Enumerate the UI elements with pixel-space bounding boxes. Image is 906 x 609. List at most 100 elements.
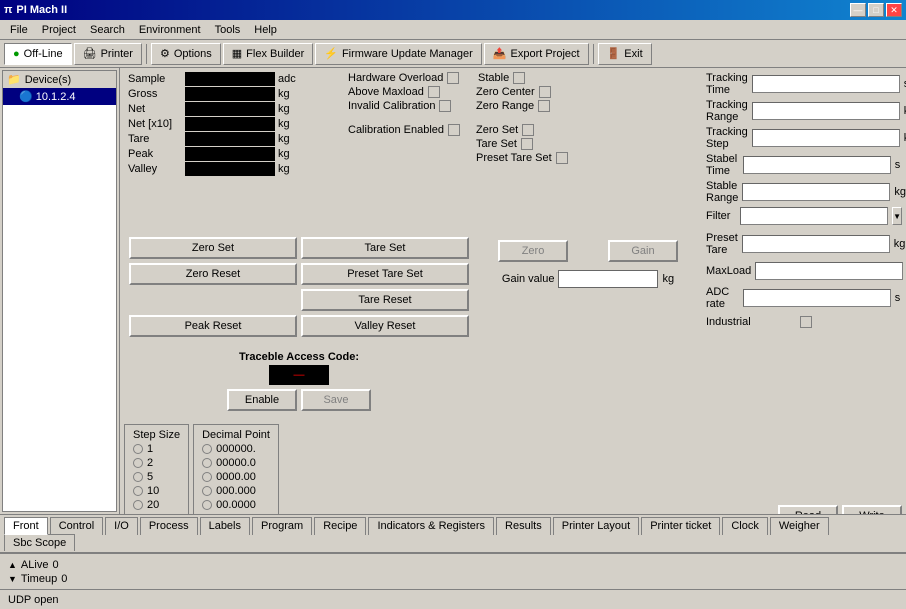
flex-icon: ▦: [232, 47, 242, 60]
dec-3-row: 000.000: [202, 485, 270, 497]
tab-printer-ticket[interactable]: Printer ticket: [641, 517, 720, 535]
printer-button[interactable]: 🖨 Printer: [74, 43, 142, 65]
tabs-bar: Front Control I/O Process Labels Program…: [0, 514, 906, 553]
preset-tare-set-checkbox[interactable]: [556, 152, 568, 164]
valley-reset-button[interactable]: Valley Reset: [301, 315, 469, 337]
reading-unit-net: kg: [276, 102, 306, 116]
tare-set-checkbox[interactable]: [521, 138, 533, 150]
exit-button[interactable]: 🚪 Exit: [598, 43, 652, 65]
flex-builder-button[interactable]: ▦ Flex Builder: [223, 43, 313, 65]
menu-tools[interactable]: Tools: [209, 22, 247, 38]
main-content: Sample adc Gross kg Net kg Net [x10] kg …: [120, 68, 906, 514]
filter-dropdown-arrow[interactable]: ▼: [892, 207, 902, 225]
step-1-radio[interactable]: [133, 444, 143, 454]
peak-reset-button[interactable]: Peak Reset: [129, 315, 297, 337]
tab-sbc-scope[interactable]: Sbc Scope: [4, 534, 75, 551]
tab-recipe[interactable]: Recipe: [314, 517, 366, 535]
preset-tare-set-button[interactable]: Preset Tare Set: [301, 263, 469, 285]
tab-indicators[interactable]: Indicators & Registers: [368, 517, 494, 535]
adc-rate-input[interactable]: [743, 289, 891, 307]
export-button[interactable]: 📤 Export Project: [484, 43, 589, 65]
tab-labels[interactable]: Labels: [200, 517, 250, 535]
toolbar-separator: [146, 44, 147, 64]
read-button[interactable]: Read: [778, 505, 838, 514]
preset-tare-input[interactable]: [742, 235, 890, 253]
step-20-radio[interactable]: [133, 500, 143, 510]
tare-reset-button[interactable]: Tare Reset: [301, 289, 469, 311]
firmware-button[interactable]: ⚡ Firmware Update Manager: [315, 43, 482, 65]
tab-printer-layout[interactable]: Printer Layout: [553, 517, 639, 535]
zero-set-button[interactable]: Zero Set: [129, 237, 297, 259]
flags-panel: Hardware Overload Above Maxload Invalid …: [348, 72, 568, 228]
close-button[interactable]: ✕: [886, 3, 902, 17]
flag-tare-set: Tare Set: [476, 138, 568, 150]
tab-weigher[interactable]: Weigher: [770, 517, 829, 535]
stable-range-input[interactable]: [742, 183, 890, 201]
dec-2-radio[interactable]: [202, 472, 212, 482]
step-5-radio[interactable]: [133, 472, 143, 482]
options-button[interactable]: ⚙ Options: [151, 43, 221, 65]
filter-input[interactable]: [740, 207, 888, 225]
zero-range-checkbox[interactable]: [538, 100, 550, 112]
stable-time-row: Stabel Time s: [706, 153, 902, 177]
menu-environment[interactable]: Environment: [133, 22, 207, 38]
hardware-overload-checkbox[interactable]: [447, 72, 459, 84]
tare-set-button[interactable]: Tare Set: [301, 237, 469, 259]
control-buttons: Zero Set Tare Set Zero Reset Preset Tare…: [124, 232, 474, 342]
tab-io[interactable]: I/O: [105, 517, 138, 535]
tab-program[interactable]: Program: [252, 517, 312, 535]
dec-3-radio[interactable]: [202, 486, 212, 496]
dec-1-radio[interactable]: [202, 458, 212, 468]
maxload-label: MaxLoad: [706, 265, 751, 277]
flag-zero-center: Zero Center: [476, 86, 568, 98]
reading-label-valley: Valley: [124, 162, 184, 176]
gain-button[interactable]: Gain: [608, 240, 678, 262]
tab-results[interactable]: Results: [496, 517, 551, 535]
dec-4-row: 00.0000: [202, 499, 270, 511]
menu-project[interactable]: Project: [36, 22, 82, 38]
menu-search[interactable]: Search: [84, 22, 131, 38]
zero-reset-button[interactable]: Zero Reset: [129, 263, 297, 285]
dec-0-radio[interactable]: [202, 444, 212, 454]
maxload-input[interactable]: [755, 262, 903, 280]
maximize-button[interactable]: □: [868, 3, 884, 17]
stable-range-unit: kg: [894, 186, 906, 198]
zero-center-checkbox[interactable]: [539, 86, 551, 98]
stable-time-input[interactable]: [743, 156, 891, 174]
firmware-label: Firmware Update Manager: [342, 48, 473, 60]
enable-button[interactable]: Enable: [227, 389, 297, 411]
tracking-range-input[interactable]: [752, 102, 900, 120]
menu-help[interactable]: Help: [248, 22, 283, 38]
step-5-row: 5: [133, 471, 180, 483]
tab-process[interactable]: Process: [140, 517, 198, 535]
dec-1-row: 00000.0: [202, 457, 270, 469]
zero-set-checkbox[interactable]: [522, 124, 534, 136]
industrial-checkbox[interactable]: [800, 316, 812, 328]
zero-button[interactable]: Zero: [498, 240, 568, 262]
dec-4-radio[interactable]: [202, 500, 212, 510]
tab-front[interactable]: Front: [4, 517, 48, 535]
invalid-cal-checkbox[interactable]: [439, 100, 451, 112]
above-maxload-checkbox[interactable]: [428, 86, 440, 98]
stable-checkbox[interactable]: [513, 72, 525, 84]
tracking-step-input[interactable]: [752, 129, 900, 147]
step-2-radio[interactable]: [133, 458, 143, 468]
menu-file[interactable]: File: [4, 22, 34, 38]
tracking-time-input[interactable]: [752, 75, 900, 93]
tab-clock[interactable]: Clock: [722, 517, 768, 535]
step-10-radio[interactable]: [133, 486, 143, 496]
dec-2-row: 0000.00: [202, 471, 270, 483]
write-button[interactable]: Write: [842, 505, 902, 514]
flag-label: Tare Set: [476, 138, 517, 150]
tab-control[interactable]: Control: [50, 517, 103, 535]
timeout-row: ▼ Timeup 0: [8, 573, 898, 585]
cal-enabled-checkbox[interactable]: [448, 124, 460, 136]
gain-value-input[interactable]: [558, 270, 658, 288]
gain-panel: Zero Gain Gain value kg: [478, 232, 698, 514]
sidebar-item-device[interactable]: 🔵 10.1.2.4: [3, 88, 116, 105]
options-label: Options: [174, 48, 212, 60]
offline-button[interactable]: ● Off-Line: [4, 43, 72, 65]
tracking-range-row: Tracking Range kg: [706, 99, 902, 123]
minimize-button[interactable]: —: [850, 3, 866, 17]
save-access-button[interactable]: Save: [301, 389, 371, 411]
